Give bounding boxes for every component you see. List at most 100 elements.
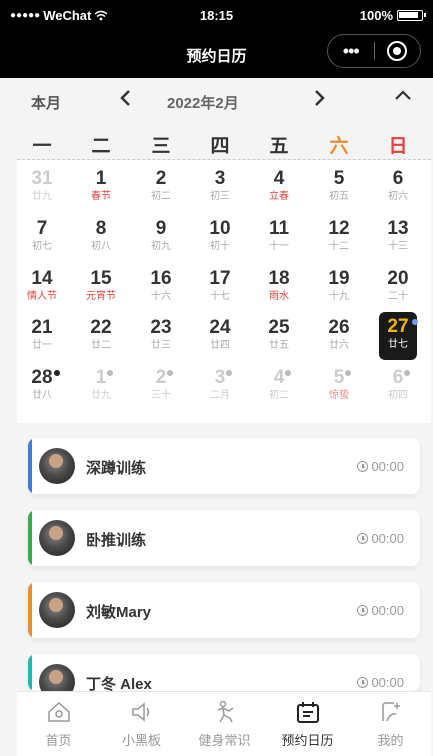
calendar-day[interactable]: 20 二十 (373, 266, 423, 310)
appointment-card[interactable]: 刘敏Mary 00:00 (28, 582, 420, 638)
calendar-day[interactable]: 7 初七 (17, 216, 67, 260)
day-number: 26 (328, 317, 350, 338)
lunar-date: 元宵节 (86, 291, 116, 302)
mini-program-capsule: ••• (327, 34, 421, 68)
calendar-day[interactable]: 26 廿六 (314, 315, 364, 359)
calendar-day[interactable]: 31 廿九 (17, 166, 67, 210)
calendar-day[interactable]: 19 十九 (314, 266, 364, 310)
day-number: 3 (214, 168, 226, 189)
calendar-day[interactable]: 6 初六 (373, 166, 423, 210)
day-number: 16 (150, 268, 172, 289)
calendar-day[interactable]: 17 十七 (195, 266, 245, 310)
calendar-day[interactable]: 2 三十 (136, 365, 186, 409)
lunar-date: 廿二 (91, 340, 111, 351)
tab-label: 首页 (45, 733, 72, 748)
calendar-day[interactable]: 28 廿八 (17, 365, 67, 409)
lunar-date: 初九 (151, 241, 171, 252)
prev-month-button[interactable] (119, 87, 131, 113)
weekday-label: 日 (388, 136, 408, 157)
lunar-date: 初三 (210, 191, 230, 202)
day-number: 25 (268, 317, 290, 338)
calendar-day[interactable]: 22 廿二 (76, 315, 126, 359)
calendar-day-today[interactable]: 27 廿七 (379, 312, 418, 360)
weekday-label: 一 (32, 136, 52, 157)
more-button[interactable]: ••• (328, 42, 374, 60)
body-icon (217, 700, 233, 723)
calendar-day[interactable]: 15 元宵节 (76, 266, 126, 310)
day-number: 11 (268, 218, 290, 239)
avatar-icon (39, 448, 75, 484)
calendar-header: 本月 2022年2月 (17, 78, 431, 122)
chevron-up-icon (395, 90, 411, 100)
lunar-date: 十三 (388, 241, 408, 252)
lunar-date: 初六 (388, 191, 408, 202)
calendar-day[interactable]: 2 初二 (136, 166, 186, 210)
calendar-day[interactable]: 8 初八 (76, 216, 126, 260)
calendar-day[interactable]: 1 春节 (76, 166, 126, 210)
lunar-date: 初二 (151, 191, 171, 202)
close-icon (387, 41, 408, 61)
battery-icon (397, 10, 426, 21)
calendar-icon (296, 702, 319, 723)
tab-fitness-tips[interactable]: 健身常识 (183, 692, 266, 756)
calendar-day[interactable]: 5 惊蛰 (314, 365, 364, 409)
day-number: 12 (328, 218, 350, 239)
calendar-day[interactable]: 5 初五 (314, 166, 364, 210)
calendar-day[interactable]: 24 廿四 (195, 315, 245, 359)
calendar-day[interactable]: 11 十一 (254, 216, 304, 260)
appointment-time: 00:00 (357, 675, 404, 690)
next-month-button[interactable] (314, 87, 326, 113)
lunar-date: 廿一 (32, 340, 52, 351)
appointment-name: 丁冬 Alex (86, 676, 152, 691)
calendar-day[interactable]: 6 初四 (373, 365, 423, 409)
day-number: 6 (392, 367, 404, 388)
appointment-dot-icon (412, 319, 418, 325)
calendar-day[interactable]: 10 初十 (195, 216, 245, 260)
chevron-right-icon (315, 90, 325, 106)
calendar-day[interactable]: 25 廿五 (254, 315, 304, 359)
tab-home[interactable]: 首页 (17, 692, 100, 756)
tab-blackboard[interactable]: 小黑板 (100, 692, 183, 756)
calendar-day[interactable]: 18 雨水 (254, 266, 304, 310)
lunar-date: 二十 (388, 291, 408, 302)
appointment-dot-icon (285, 370, 291, 376)
clock-icon (357, 533, 369, 544)
this-month-button[interactable]: 本月 (31, 92, 61, 113)
calendar-day[interactable]: 1 廿九 (76, 365, 126, 409)
day-number: 3 (214, 367, 226, 388)
calendar-day[interactable]: 3 二月 (195, 365, 245, 409)
calendar-day[interactable]: 14 情人节 (17, 266, 67, 310)
collapse-calendar-button[interactable] (394, 88, 412, 106)
calendar-day[interactable]: 21 廿一 (17, 315, 67, 359)
clock-icon (357, 461, 369, 472)
avatar-icon (39, 592, 75, 628)
calendar-day[interactable]: 9 初九 (136, 216, 186, 260)
calendar-day[interactable]: 12 十二 (314, 216, 364, 260)
lunar-date: 廿八 (32, 390, 52, 401)
appointment-card[interactable]: 卧推训练 00:00 (28, 510, 420, 566)
more-icon: ••• (342, 41, 360, 61)
appointment-time: 00:00 (357, 531, 404, 546)
current-year-month: 2022年2月 (167, 95, 239, 112)
time-text: 00:00 (371, 459, 404, 474)
day-number: 22 (90, 317, 112, 338)
day-number: 28 (31, 367, 53, 388)
profile-icon (381, 702, 400, 722)
appointment-card[interactable]: 深蹲训练 00:00 (28, 438, 420, 494)
tab-profile[interactable]: 我的 (349, 692, 432, 756)
lunar-date: 廿七 (388, 339, 408, 350)
calendar-day[interactable]: 23 廿三 (136, 315, 186, 359)
calendar-day[interactable]: 4 立春 (254, 166, 304, 210)
calendar-day[interactable]: 13 十三 (373, 216, 423, 260)
calendar-day[interactable]: 16 十六 (136, 266, 186, 310)
day-number: 9 (155, 218, 167, 239)
lunar-date: 十七 (210, 291, 230, 302)
calendar-day[interactable]: 3 初三 (195, 166, 245, 210)
calendar-day[interactable]: 4 初二 (254, 365, 304, 409)
appointment-name: 深蹲训练 (86, 460, 147, 477)
tab-calendar[interactable]: 预约日历 (266, 692, 349, 756)
appointment-card[interactable]: 丁冬 Alex 00:00 (28, 654, 420, 691)
close-button[interactable] (374, 41, 420, 61)
time-text: 00:00 (371, 531, 404, 546)
tab-label: 健身常识 (198, 733, 251, 748)
